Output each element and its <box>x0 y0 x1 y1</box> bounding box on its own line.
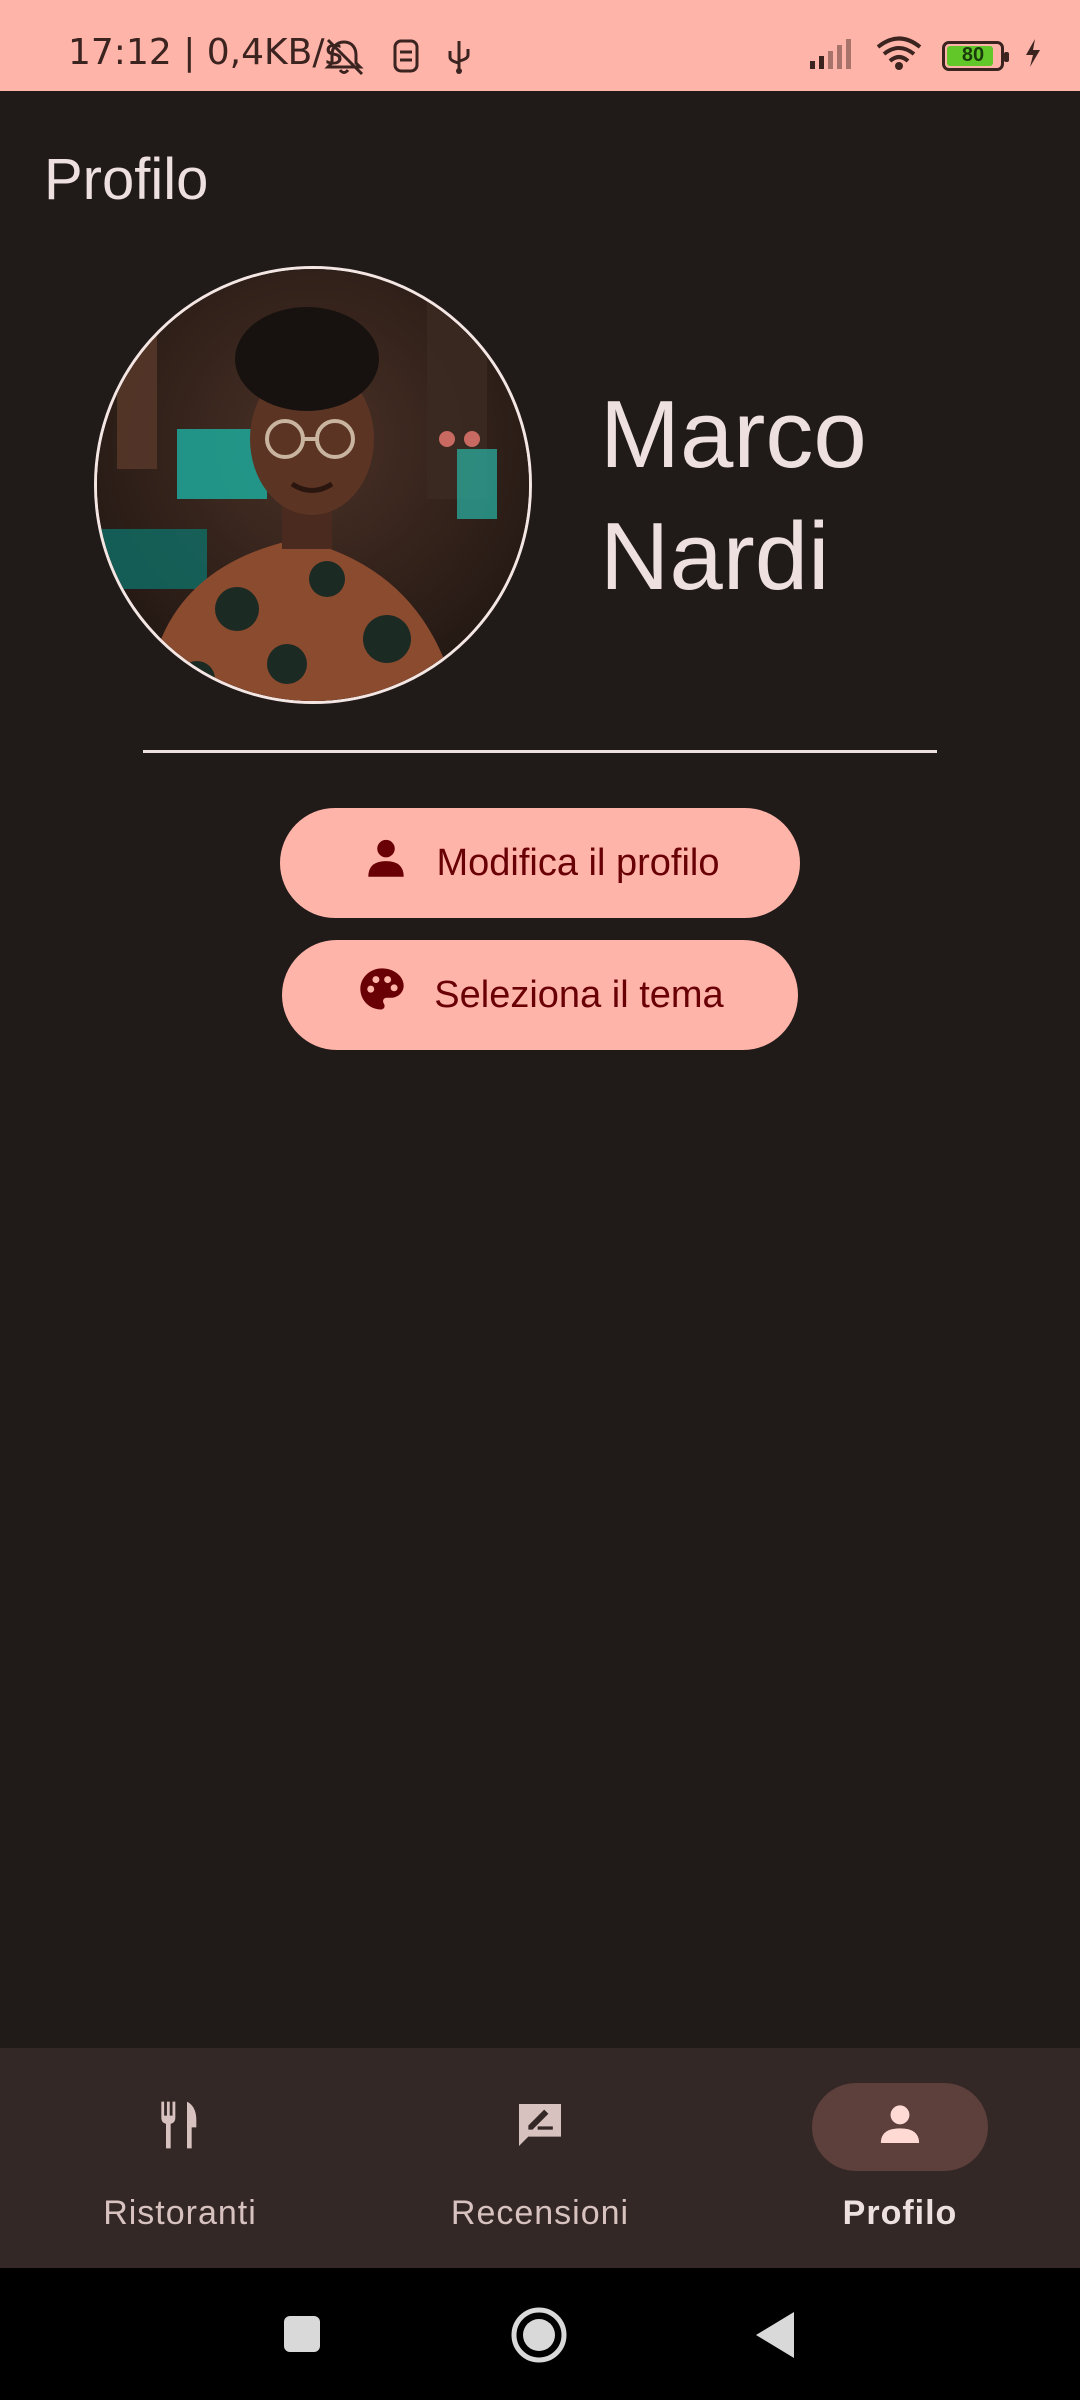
nav-label-profilo: Profilo <box>842 2194 958 2232</box>
home-button[interactable] <box>510 2306 568 2369</box>
usb-icon <box>446 37 472 80</box>
nav-label-ristoranti: Ristoranti <box>103 2194 257 2232</box>
battery-level: 80 <box>961 44 985 66</box>
rate-review-icon <box>512 2097 568 2158</box>
recents-button[interactable] <box>282 2314 322 2359</box>
sim-icon <box>392 38 420 79</box>
nav-item-profilo[interactable]: Profilo <box>720 2048 1080 2268</box>
wifi-icon <box>876 36 922 75</box>
edit-profile-label: Modifica il profilo <box>436 841 720 884</box>
active-indicator <box>812 2083 988 2171</box>
person-icon <box>873 2098 927 2157</box>
edit-profile-button[interactable]: Modifica il profilo <box>280 808 800 918</box>
select-theme-label: Seleziona il tema <box>434 973 724 1016</box>
battery-icon: 80 <box>942 40 1009 71</box>
nav-item-ristoranti[interactable]: Ristoranti <box>0 2048 360 2268</box>
restaurant-icon <box>152 2097 208 2158</box>
nav-item-recensioni[interactable]: Recensioni <box>360 2048 720 2268</box>
nav-label-recensioni: Recensioni <box>450 2194 630 2232</box>
page-title: Profilo <box>44 147 209 212</box>
user-name: Marco Nardi <box>600 381 867 610</box>
status-time: 17:12 | 0,4KB/s <box>68 32 344 73</box>
signal-icon <box>808 37 856 74</box>
avatar <box>94 266 532 704</box>
person-icon <box>361 833 411 893</box>
palette-icon <box>356 964 408 1026</box>
select-theme-button[interactable]: Seleziona il tema <box>282 940 798 1050</box>
bottom-navigation: Ristoranti Recensioni Profilo <box>0 2048 1080 2268</box>
divider <box>143 750 937 753</box>
status-bar: 17:12 | 0,4KB/s 80 <box>0 0 1080 91</box>
system-navigation-bar <box>0 2268 1080 2400</box>
alarm-off-icon <box>322 36 366 81</box>
charging-icon <box>1024 38 1042 73</box>
back-button[interactable] <box>754 2310 796 2365</box>
